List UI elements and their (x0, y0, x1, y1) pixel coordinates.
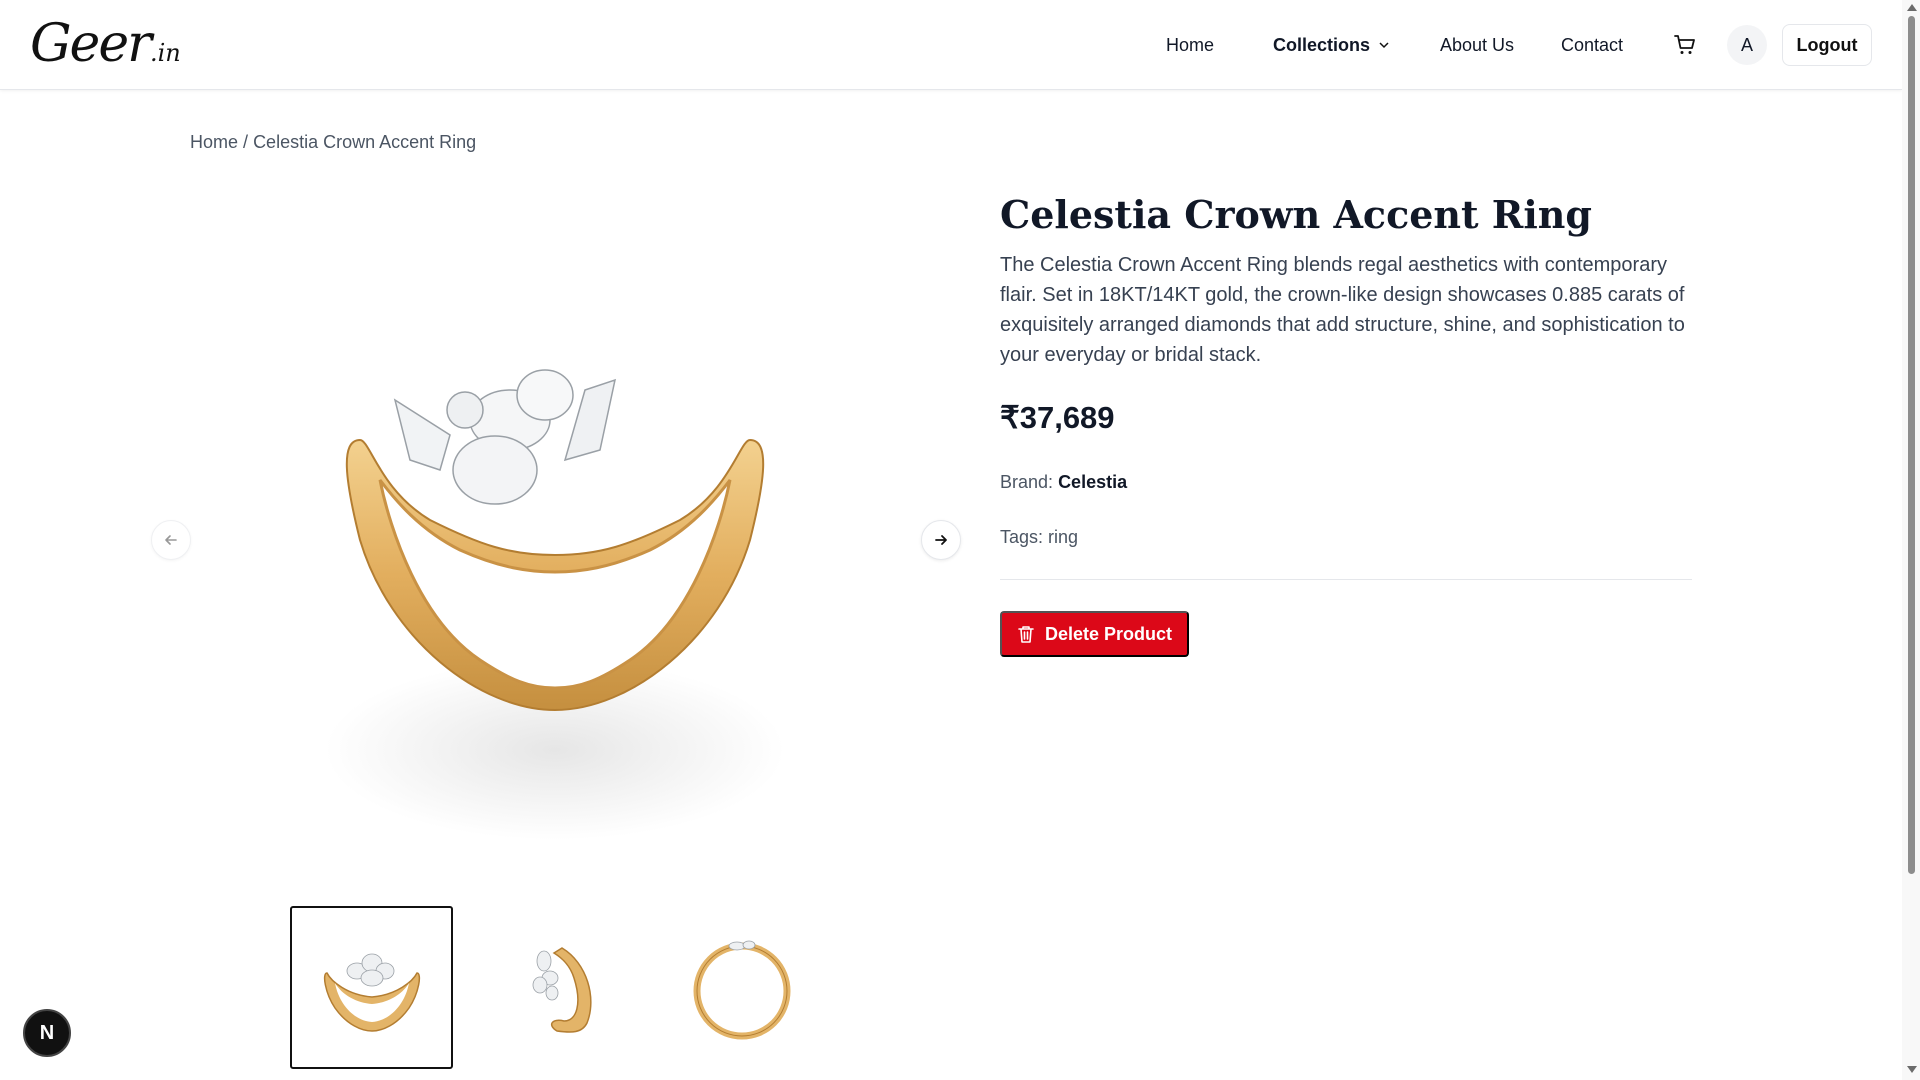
product-main-image (325, 369, 785, 840)
scroll-up-arrow[interactable] (1907, 4, 1917, 11)
delete-button-label: Delete Product (1044, 623, 1173, 644)
thumbnail-image-top (693, 940, 790, 1039)
breadcrumb: Home / Celestia Crown Accent Ring (190, 132, 476, 153)
product-price: ₹37,689 (1000, 400, 1115, 435)
delete-product-button[interactable]: Delete Product (1000, 611, 1189, 657)
nav-about-label: About Us (1440, 34, 1515, 55)
scroll-down-arrow[interactable] (1907, 1066, 1917, 1073)
thumbnail-3[interactable] (660, 906, 823, 1069)
tags-label: Tags: (1000, 527, 1044, 547)
carousel-prev-button[interactable] (151, 520, 191, 560)
brand-value[interactable]: Celestia (1058, 472, 1127, 492)
logo-text: Geer (30, 14, 152, 74)
product-brand: Brand: Celestia (1000, 472, 1127, 493)
product-tags: Tags: ring (1000, 527, 1078, 548)
dev-badge-letter: N (39, 1021, 55, 1044)
product-description: The Celestia Crown Accent Ring blends re… (1000, 254, 1685, 366)
nav-about-us[interactable]: About Us (1440, 0, 1514, 90)
arrow-right-icon (935, 535, 947, 545)
nav-home[interactable]: Home (1166, 0, 1214, 90)
brand-label: Brand: (1000, 472, 1054, 492)
nav-collections[interactable]: Collections (1273, 0, 1390, 90)
breadcrumb-separator: / (243, 132, 249, 152)
nav-contact[interactable]: Contact (1561, 0, 1623, 90)
logout-button[interactable]: Logout (1782, 24, 1872, 66)
nextjs-dev-badge[interactable]: N (23, 1009, 71, 1057)
arrow-left-icon (165, 535, 177, 545)
breadcrumb-current: Celestia Crown Accent Ring (253, 132, 477, 152)
nav-home-label: Home (1166, 34, 1215, 55)
thumbnail-image-front (323, 953, 420, 1032)
carousel-next-button[interactable] (921, 520, 961, 560)
logo-suffix: .in (149, 39, 181, 67)
user-avatar[interactable]: A (1727, 25, 1767, 65)
product-title: Celestia Crown Accent Ring (1000, 192, 1593, 237)
chevron-down-icon (1379, 42, 1389, 49)
scroll-thumb[interactable] (1908, 16, 1915, 874)
trash-icon (1018, 626, 1034, 643)
cart-icon[interactable] (1673, 33, 1697, 57)
tag-item[interactable]: ring (1048, 527, 1078, 547)
nav-contact-label: Contact (1561, 34, 1624, 55)
section-divider (1000, 579, 1692, 580)
breadcrumb-home[interactable]: Home (190, 132, 238, 152)
thumbnail-image-side (532, 946, 591, 1033)
thumbnail-1[interactable] (290, 906, 453, 1069)
avatar-initial: A (1740, 34, 1753, 55)
page-scrollbar[interactable] (1902, 0, 1920, 1080)
thumbnail-2[interactable] (475, 906, 638, 1069)
nav-collections-label: Collections (1273, 34, 1371, 55)
site-logo[interactable]: Geer.in (30, 14, 181, 83)
site-header: Geer.in Home Collections About Us Contac… (0, 0, 1902, 90)
